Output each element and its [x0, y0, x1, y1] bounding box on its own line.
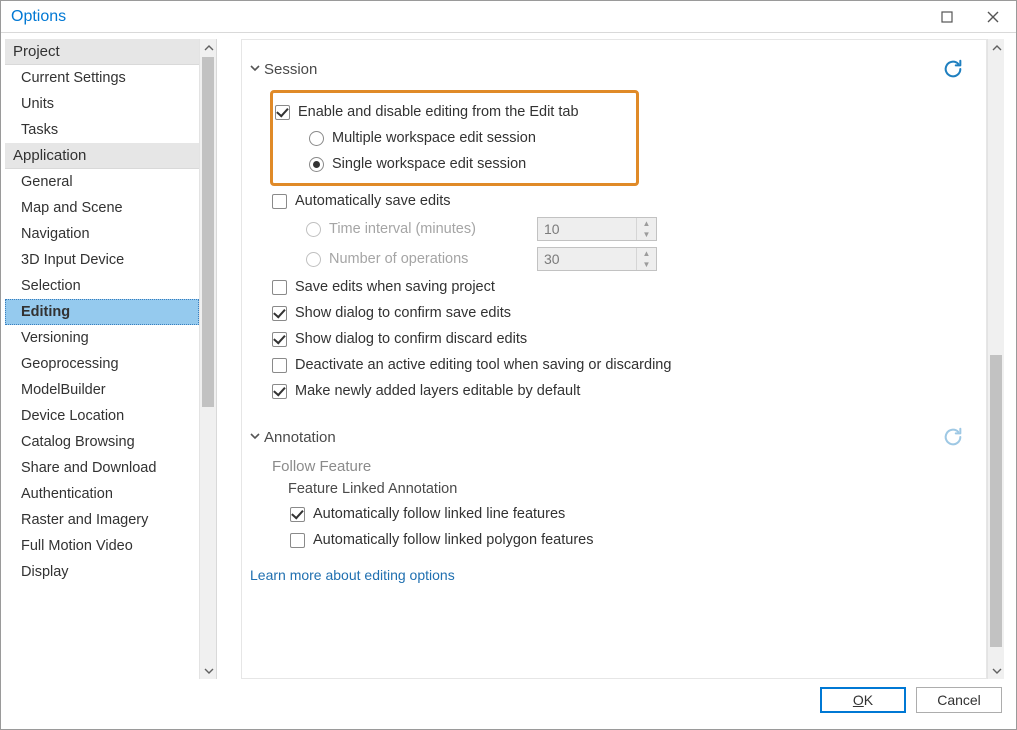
sidebar-list: Project Current Settings Units Tasks App…: [5, 39, 199, 679]
sidebar-item-display[interactable]: Display: [5, 559, 199, 585]
sidebar-scrollbar[interactable]: [199, 39, 216, 679]
option-follow-line[interactable]: Automatically follow linked line feature…: [250, 501, 964, 527]
main-scrollbar[interactable]: [987, 39, 1004, 679]
option-enable-edit-tab[interactable]: Enable and disable editing from the Edit…: [273, 99, 632, 125]
radio-time-interval: [306, 222, 321, 237]
sidebar-item-catalog-browsing[interactable]: Catalog Browsing: [5, 429, 199, 455]
checkbox-follow-polygon[interactable]: [290, 533, 305, 548]
main-scroll-thumb[interactable]: [990, 355, 1002, 647]
highlighted-settings: Enable and disable editing from the Edit…: [270, 90, 639, 186]
checkbox-save-on-project[interactable]: [272, 280, 287, 295]
option-editable-default[interactable]: Make newly added layers editable by defa…: [250, 378, 964, 404]
sidebar-item-modelbuilder[interactable]: ModelBuilder: [5, 377, 199, 403]
option-num-operations: Number of operations 30 ▲▼: [250, 244, 964, 274]
section-annotation-header[interactable]: Annotation: [250, 426, 964, 448]
titlebar: Options: [1, 1, 1016, 33]
scroll-down-icon[interactable]: [200, 662, 217, 679]
radio-num-operations: [306, 252, 321, 267]
sidebar-item-tasks[interactable]: Tasks: [5, 117, 199, 143]
sidebar-item-full-motion-video[interactable]: Full Motion Video: [5, 533, 199, 559]
reset-annotation-icon[interactable]: [942, 426, 964, 448]
cancel-button[interactable]: Cancel: [916, 687, 1002, 713]
sidebar-item-editing[interactable]: Editing: [5, 299, 199, 325]
scroll-up-icon[interactable]: [988, 39, 1005, 56]
sidebar-item-current-settings[interactable]: Current Settings: [5, 65, 199, 91]
ok-button[interactable]: OK: [820, 687, 906, 713]
sidebar-item-general[interactable]: General: [5, 169, 199, 195]
sidebar-group-project: Project: [5, 39, 199, 65]
checkbox-editable-default[interactable]: [272, 384, 287, 399]
scroll-down-icon[interactable]: [988, 662, 1005, 679]
option-follow-polygon[interactable]: Automatically follow linked polygon feat…: [250, 527, 964, 553]
follow-feature-heading: Follow Feature: [250, 458, 964, 475]
sidebar-group-application: Application: [5, 143, 199, 169]
sidebar-item-navigation[interactable]: Navigation: [5, 221, 199, 247]
checkbox-follow-line[interactable]: [290, 507, 305, 522]
sidebar: Project Current Settings Units Tasks App…: [5, 39, 217, 679]
linked-annotation-heading: Feature Linked Annotation: [250, 481, 964, 497]
checkbox-enable-edit-tab[interactable]: [275, 105, 290, 120]
sidebar-item-authentication[interactable]: Authentication: [5, 481, 199, 507]
dialog-body: Project Current Settings Units Tasks App…: [1, 33, 1016, 679]
spinner-icon: ▲▼: [636, 218, 656, 240]
option-time-interval: Time interval (minutes) 10 ▲▼: [250, 214, 964, 244]
options-dialog: Options Project Current Settings Units T…: [0, 0, 1017, 730]
maximize-button[interactable]: [924, 1, 970, 33]
sidebar-item-selection[interactable]: Selection: [5, 273, 199, 299]
checkbox-deactivate-tool[interactable]: [272, 358, 287, 373]
learn-more-link[interactable]: Learn more about editing options: [250, 567, 455, 583]
option-deactivate-tool[interactable]: Deactivate an active editing tool when s…: [250, 352, 964, 378]
option-single-workspace[interactable]: Single workspace edit session: [273, 151, 632, 177]
dialog-footer: OK Cancel: [1, 679, 1016, 729]
annotation-heading: Annotation: [264, 429, 336, 446]
section-session-header[interactable]: Session: [250, 58, 964, 80]
sidebar-item-map-and-scene[interactable]: Map and Scene: [5, 195, 199, 221]
num-operations-input: 30 ▲▼: [537, 247, 657, 271]
option-multi-workspace[interactable]: Multiple workspace edit session: [273, 125, 632, 151]
sidebar-item-versioning[interactable]: Versioning: [5, 325, 199, 351]
sidebar-item-device-location[interactable]: Device Location: [5, 403, 199, 429]
option-save-on-project[interactable]: Save edits when saving project: [250, 274, 964, 300]
sidebar-scroll-thumb[interactable]: [202, 57, 214, 407]
sidebar-item-units[interactable]: Units: [5, 91, 199, 117]
sidebar-item-raster-imagery[interactable]: Raster and Imagery: [5, 507, 199, 533]
reset-session-icon[interactable]: [942, 58, 964, 80]
main-panel: Session Enable and disable editing from …: [217, 39, 1008, 679]
radio-single-workspace[interactable]: [309, 157, 324, 172]
sidebar-item-geoprocessing[interactable]: Geoprocessing: [5, 351, 199, 377]
sidebar-item-share-download[interactable]: Share and Download: [5, 455, 199, 481]
checkbox-auto-save[interactable]: [272, 194, 287, 209]
editing-options-content: Session Enable and disable editing from …: [241, 39, 987, 679]
chevron-down-icon: [250, 430, 260, 444]
spinner-icon: ▲▼: [636, 248, 656, 270]
checkbox-confirm-discard[interactable]: [272, 332, 287, 347]
close-button[interactable]: [970, 1, 1016, 33]
window-title: Options: [11, 8, 66, 26]
session-heading: Session: [264, 61, 317, 78]
time-interval-input: 10 ▲▼: [537, 217, 657, 241]
option-confirm-save[interactable]: Show dialog to confirm save edits: [250, 300, 964, 326]
option-auto-save[interactable]: Automatically save edits: [250, 188, 964, 214]
radio-multi-workspace[interactable]: [309, 131, 324, 146]
chevron-down-icon: [250, 62, 260, 76]
sidebar-item-3d-input-device[interactable]: 3D Input Device: [5, 247, 199, 273]
option-confirm-discard[interactable]: Show dialog to confirm discard edits: [250, 326, 964, 352]
checkbox-confirm-save[interactable]: [272, 306, 287, 321]
scroll-up-icon[interactable]: [200, 39, 217, 56]
